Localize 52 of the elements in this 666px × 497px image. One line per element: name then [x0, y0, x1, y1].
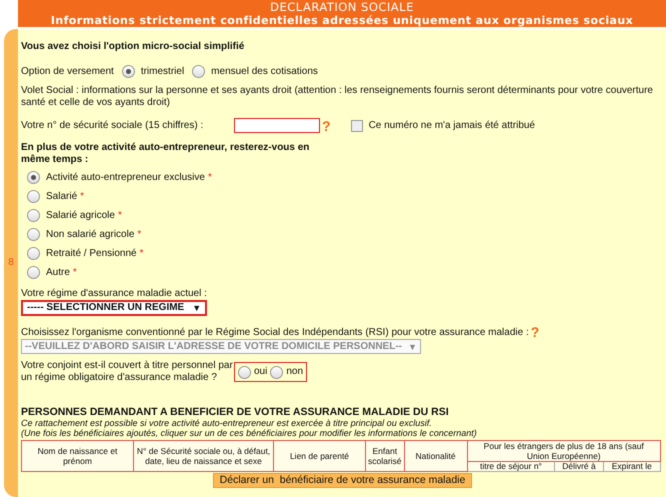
radio-button[interactable] — [122, 65, 135, 78]
spouse-question: Votre conjoint est-il couvert à titre personnel par un régime obligatoire d'assurance maladie ? — [21, 360, 234, 384]
radio-label: Salarié agricole — [46, 210, 115, 222]
column-header: Nom de naissance et prénom — [22, 440, 134, 472]
radio-label: Activité auto-entrepreneur exclusive — [46, 172, 205, 184]
checkbox-label: Ce numéro ne m'a jamais été attribué — [368, 120, 535, 132]
required-mark: * — [208, 172, 212, 184]
radio-button[interactable] — [27, 228, 40, 241]
radio-label: trimestriel — [140, 66, 184, 78]
header-title: DECLARATION SOCIALE — [269, 0, 415, 14]
required-mark: * — [72, 266, 77, 278]
radio-label: Salarié — [46, 190, 78, 202]
column-header: Nationalité — [404, 440, 468, 472]
intro-text: Vous avez choisi l'option micro-social simplifié — [21, 41, 246, 53]
required-mark: * — [80, 190, 84, 202]
required-mark: * — [137, 228, 142, 240]
activity-question: En plus de votre activité auto-entrepreneur, resterez-vous en même temps : — [21, 142, 310, 166]
radio-button[interactable] — [238, 366, 251, 378]
organisme-label: Choisissez l'organisme conventionné par le Régime Social des Indépendants (RSI) pour votre assurance maladie : — [21, 327, 529, 339]
note-text: Ce rattachement est possible si votre activité auto-entrepreneur est exercée à titre principal ou exclusif. — [21, 418, 433, 428]
radio-button[interactable] — [27, 209, 40, 222]
column-header: N° de Sécurité sociale ou, à défaut, date, lieu de naissance et sexe — [134, 440, 274, 472]
radio-label: Retraité / Pensionné — [46, 248, 137, 260]
ssn-label: Votre n° de sécurité sociale (15 chiffres) : — [21, 120, 204, 132]
checkbox[interactable] — [350, 120, 363, 132]
radio-label: mensuel des cotisations — [211, 66, 318, 78]
volet-text: Volet Social : informations sur la personne et ses ayants droit (attention : les renseignements fournis seront déterminants pour votre couverture santé et celle de vos ayants droit) — [21, 85, 654, 109]
radio-label: Autre — [46, 266, 70, 278]
radio-button[interactable] — [27, 266, 40, 279]
column-group-header: Pour les étrangers de plus de 18 ans (sauf Union Européenne) — [467, 440, 660, 462]
required-mark: * — [118, 210, 122, 222]
required-mark: * — [140, 248, 144, 260]
radio-button[interactable] — [192, 65, 206, 78]
column-header: Lien de parenté — [274, 440, 366, 472]
note-text: (Une fois les bénéficiaires ajoutés, cliquer sur un de ces bénéficiaires pour modifier les informations le concernant) — [21, 428, 478, 438]
section-number: 8 — [8, 257, 14, 269]
ssn-input-field[interactable] — [234, 118, 320, 133]
radio-button[interactable] — [27, 190, 40, 203]
radio-label: Non salarié agricole — [46, 228, 134, 240]
radio-button[interactable] — [27, 247, 40, 260]
help-mark[interactable]: ? — [322, 120, 331, 132]
radio-button[interactable] — [27, 171, 40, 184]
column-header: Enfant scolarisé — [366, 440, 404, 472]
payment-label: Option de versement — [21, 66, 114, 78]
regime-select[interactable]: ----- SELECTIONNER UN REGIME ▼ — [21, 300, 208, 316]
radio-label: non — [286, 366, 304, 378]
section-title: PERSONNES DEMANDANT A BENEFICIER DE VOTRE ASSURANCE MALADIE DU RSI — [21, 406, 450, 418]
radio-label: oui — [254, 366, 268, 378]
regime-label: Votre régime d'assurance maladie actuel : — [21, 288, 207, 300]
declare-beneficiary-button[interactable]: Déclarer un bénéficiaire de votre assurance maladie — [212, 473, 472, 488]
radio-button[interactable] — [270, 366, 284, 378]
header-subtitle: Informations strictement confidentielles adressées uniquement aux organismes sociaux — [50, 14, 634, 26]
